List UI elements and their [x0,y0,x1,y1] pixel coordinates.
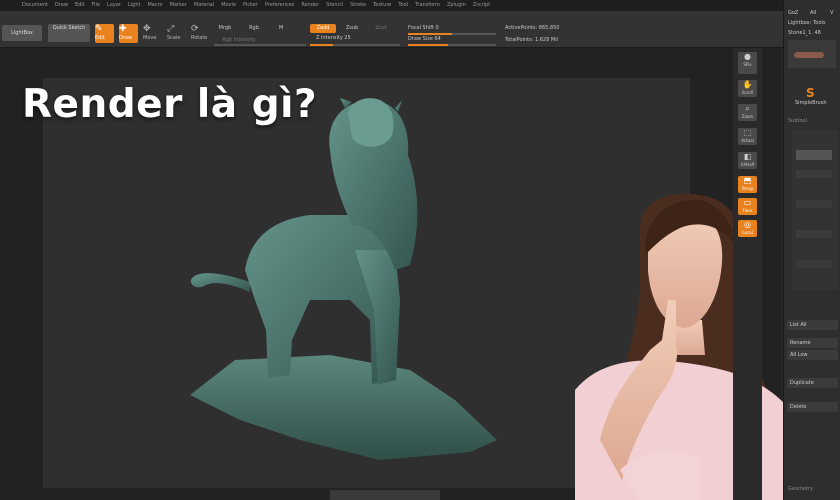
current-tool-name: Stone1_1. 48 [788,30,821,36]
thinking-woman-photo [575,193,805,500]
simplebrush-label: SimpleBrush [795,100,827,106]
floor-label: Floor [742,208,753,213]
zoom-label: Zoom [741,114,754,119]
all-button[interactable]: All [810,10,816,16]
perspective-icon: ⬒ [743,176,752,185]
tool-side-panel: GoZ All V Lightbox› Tools Stone1_1. 48 S… [783,0,840,500]
goz-button[interactable]: GoZ [788,10,798,16]
subtool-item[interactable] [796,230,832,238]
statue-rock-base [190,355,497,460]
subtool-item[interactable] [796,200,832,208]
subtool-header[interactable]: Subtool [788,118,807,124]
scroll-label: Scroll [742,90,753,95]
simplebrush-icon[interactable]: S [806,86,815,100]
subtool-item[interactable] [796,260,832,268]
persp-button[interactable]: ⬒ Persp [738,176,757,193]
delete-button[interactable]: Delete [787,402,838,412]
subtool-item[interactable] [796,170,832,178]
aahalf-button[interactable]: ◧ AAHalf [738,152,757,169]
spix-button[interactable]: ● SPix [738,52,757,74]
floor-icon: ▭ [743,198,752,207]
subtool-active-item[interactable] [796,150,832,160]
sphere-icon: ● [744,52,751,61]
aahalf-label: AAHalf [740,162,755,167]
rename-button[interactable]: Rename [787,338,838,348]
zoom-button[interactable]: ⌕ Zoom [738,104,757,121]
actual-button[interactable]: ⬚ Actual [738,128,757,145]
local-button[interactable]: ◎ Local [738,220,757,237]
hand-icon: ✋ [742,80,753,89]
geometry-header[interactable]: Geometry [788,486,813,492]
scene-illustration [190,98,805,500]
lion-statue [190,98,418,385]
bottom-scroll-handle[interactable] [330,490,440,500]
headline-title: Render là gì? [22,82,318,127]
aahalf-icon: ◧ [743,152,752,161]
scroll-button[interactable]: ✋ Scroll [738,80,757,97]
right-shelf: ● SPix ✋ Scroll ⌕ Zoom ⬚ Actual ◧ AAHalf… [733,48,762,500]
stone-thumbnail-shape [794,52,824,58]
floor-button[interactable]: ▭ Floor [738,198,757,215]
actual-size-icon: ⬚ [743,128,752,137]
lightbox-tools-link[interactable]: Lightbox› Tools [788,20,825,26]
visible-button[interactable]: V [830,10,833,16]
subtool-list[interactable] [792,130,838,290]
actual-label: Actual [741,138,754,143]
persp-label: Persp [742,186,753,191]
local-icon: ◎ [744,220,751,229]
list-all-button[interactable]: List All [787,320,838,330]
all-low-button[interactable]: All Low [787,350,838,360]
tool-thumbnail[interactable] [788,40,836,68]
local-label: Local [742,230,753,235]
duplicate-button[interactable]: Duplicate [787,378,838,388]
spix-label: SPix [743,62,752,67]
magnifier-icon: ⌕ [745,104,750,113]
